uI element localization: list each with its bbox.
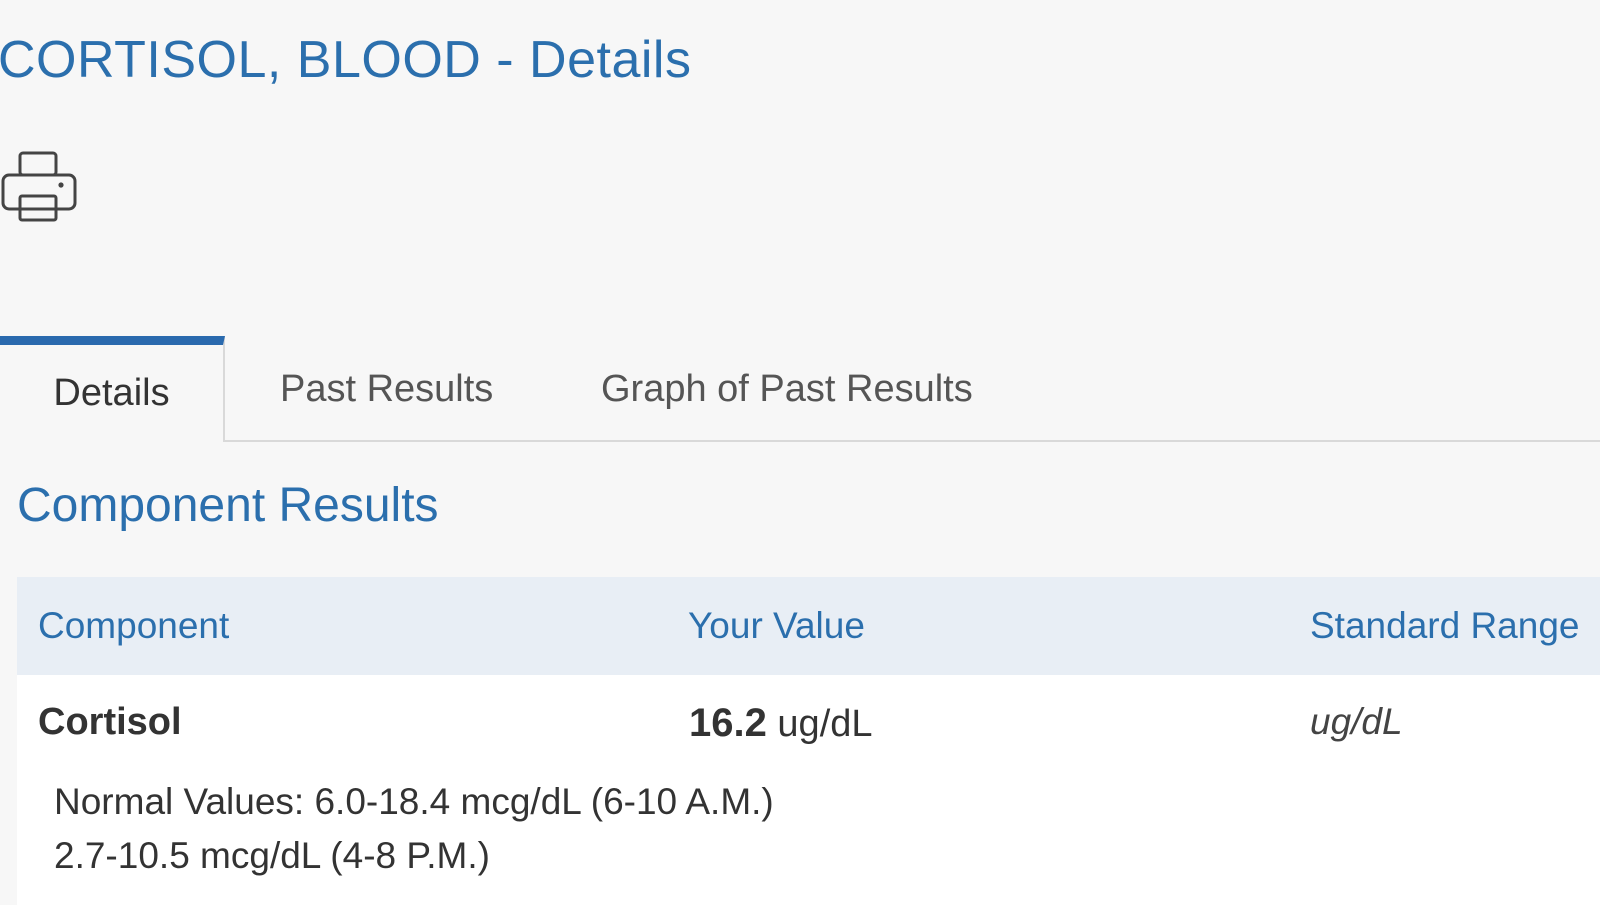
table-header: Component Your Value Standard Range bbox=[17, 577, 1600, 675]
tab-graph-of-past-results[interactable]: Graph of Past Results bbox=[601, 336, 973, 442]
section-title: Component Results bbox=[17, 479, 439, 532]
column-header-standard-range: Standard Range bbox=[1310, 605, 1580, 646]
tab-bar: Details Past Results Graph of Past Resul… bbox=[0, 336, 1600, 444]
print-button[interactable] bbox=[0, 150, 80, 226]
page-title: CORTISOL, BLOOD - Details bbox=[0, 31, 692, 89]
standard-range-value: ug/dL bbox=[1310, 701, 1403, 742]
tab-past-results[interactable]: Past Results bbox=[280, 336, 493, 442]
component-name: Cortisol bbox=[38, 701, 182, 743]
result-value: 16.2 ug/dL bbox=[689, 701, 873, 746]
column-header-component: Component bbox=[38, 605, 230, 646]
reference-note-line: 2.7-10.5 mcg/dL (4-8 P.M.) bbox=[54, 835, 490, 876]
column-header-your-value: Your Value bbox=[688, 605, 865, 646]
result-number: 16.2 bbox=[689, 701, 767, 745]
table-row: Cortisol 16.2 ug/dL ug/dL Normal Values:… bbox=[17, 675, 1600, 905]
tab-details[interactable]: Details bbox=[0, 336, 225, 442]
printer-icon bbox=[1, 151, 77, 222]
result-unit: ug/dL bbox=[777, 703, 873, 745]
reference-note-line: Normal Values: 6.0-18.4 mcg/dL (6-10 A.M… bbox=[54, 781, 774, 822]
results-table: Component Your Value Standard Range Cort… bbox=[17, 577, 1600, 905]
reference-notes: Normal Values: 6.0-18.4 mcg/dL (6-10 A.M… bbox=[54, 775, 774, 883]
